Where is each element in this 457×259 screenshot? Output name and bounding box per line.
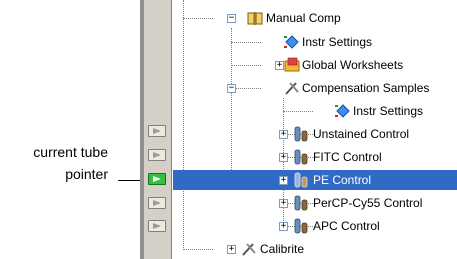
tube-icon (294, 195, 308, 211)
node-label: Calibrite (260, 242, 305, 256)
specimen-tools-icon (242, 243, 256, 256)
tree-node-unstained-control[interactable]: + Unstained Control (173, 124, 457, 144)
pointer-arrow-icon (153, 223, 161, 229)
node-label: Instr Settings (353, 104, 424, 118)
expand-toggle[interactable]: + (279, 176, 288, 185)
expand-toggle[interactable]: + (275, 61, 284, 70)
tube-pointer-fitc[interactable] (148, 149, 166, 161)
expand-toggle[interactable]: + (279, 222, 288, 231)
collapse-toggle[interactable]: − (227, 14, 236, 23)
node-label: PE Control (313, 173, 372, 187)
instr-settings-icon (284, 35, 299, 49)
tree-node-instr-settings-child[interactable]: Instr Settings (173, 101, 423, 121)
tube-icon (294, 172, 308, 188)
tree-node-instr-settings[interactable]: Instr Settings (173, 32, 373, 52)
pointer-arrow-icon (153, 152, 161, 158)
node-label: Compensation Samples (302, 81, 430, 95)
callout-label: current tube pointer (0, 143, 108, 183)
tube-pointer-percp[interactable] (148, 197, 166, 209)
tube-pointer-unstained[interactable] (148, 125, 166, 137)
gutter-edge (171, 0, 172, 259)
expand-toggle[interactable]: + (279, 199, 288, 208)
tree-node-manual-comp[interactable]: − Manual Comp (173, 8, 373, 28)
callout-line-1: current tube (33, 144, 108, 160)
tube-icon (294, 149, 308, 165)
collapse-toggle[interactable]: − (227, 84, 236, 93)
callout-line-2: pointer (65, 166, 108, 182)
tree-node-calibrite[interactable]: + Calibrite (173, 239, 373, 259)
expand-toggle[interactable]: + (279, 130, 288, 139)
specimen-tools-icon (285, 82, 299, 95)
tree-node-percp-cy55-control[interactable]: + PerCP-Cy55 Control (173, 193, 457, 213)
pointer-arrow-icon (153, 128, 161, 134)
pointer-arrow-icon (153, 176, 161, 182)
instr-settings-icon (335, 104, 350, 118)
tube-icon (294, 218, 308, 234)
node-label: FITC Control (313, 150, 382, 164)
tree-node-compensation-samples[interactable]: − Compensation Samples (173, 78, 429, 98)
tree-node-pe-control[interactable]: + PE Control (173, 170, 457, 190)
node-label: Unstained Control (313, 127, 410, 141)
tube-icon (294, 126, 308, 142)
node-label: APC Control (313, 219, 380, 233)
browser-tree: − Manual Comp Instr Settings + Global Wo… (173, 0, 457, 259)
book-icon (247, 12, 263, 25)
worksheet-folder-icon (284, 57, 300, 72)
tube-pointer-apc[interactable] (148, 220, 166, 232)
pointer-arrow-icon (153, 200, 161, 206)
node-label: PerCP-Cy55 Control (313, 196, 423, 210)
node-label: Global Worksheets (302, 58, 404, 72)
expand-toggle[interactable]: + (279, 153, 288, 162)
current-tube-pointer[interactable] (148, 173, 166, 185)
tree-node-fitc-control[interactable]: + FITC Control (173, 147, 457, 167)
tree-node-apc-control[interactable]: + APC Control (173, 216, 457, 236)
node-label: Instr Settings (302, 35, 373, 49)
expand-toggle[interactable]: + (227, 245, 236, 254)
node-label: Manual Comp (266, 11, 341, 25)
tree-node-global-worksheets[interactable]: + Global Worksheets (173, 55, 403, 75)
